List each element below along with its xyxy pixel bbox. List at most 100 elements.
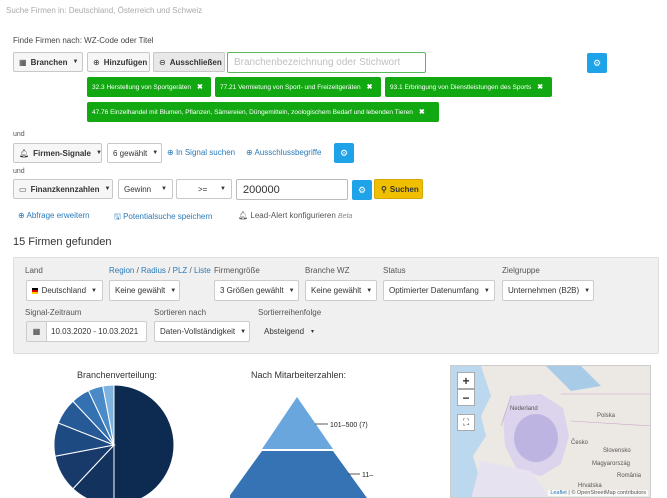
beta-badge: Beta bbox=[338, 213, 353, 220]
briefcase-icon: ▦ bbox=[19, 57, 27, 67]
radius-link[interactable]: Radius bbox=[141, 266, 166, 275]
expand-query-link[interactable]: ⊕ Abfrage erweitern bbox=[18, 211, 90, 220]
branch-tag[interactable]: 32.3 Herstellung von Sportgeräten ✖ bbox=[87, 77, 211, 97]
exclude-button[interactable]: ⊖ Ausschließen bbox=[153, 52, 225, 72]
caret-down-icon: ▼ bbox=[161, 186, 167, 192]
caret-down-icon: ▼ bbox=[104, 186, 111, 192]
order-dropdown[interactable]: Absteigend ▾ bbox=[258, 321, 320, 342]
pie-chart-title: Branchenverteilung: bbox=[77, 370, 158, 380]
branchen-dropdown[interactable]: ▦ Branchen ▼ bbox=[13, 52, 83, 72]
zoom-out-button[interactable]: − bbox=[457, 389, 475, 406]
wz-label: Branche WZ bbox=[305, 266, 350, 275]
liste-link[interactable]: Liste bbox=[194, 266, 211, 275]
operator-dropdown[interactable]: >= ▼ bbox=[176, 179, 232, 199]
status-label: Status bbox=[383, 266, 406, 275]
status-select[interactable]: Optimierter Datenumfang ▼ bbox=[383, 280, 495, 301]
caret-down-icon: ▼ bbox=[152, 150, 159, 156]
sort-select[interactable]: Daten-Vollständigkeit ▼ bbox=[154, 321, 250, 342]
close-icon[interactable]: ✖ bbox=[537, 83, 543, 91]
caret-down-icon: ▼ bbox=[288, 287, 295, 294]
plus-circle-icon: ⊕ bbox=[93, 57, 100, 67]
branch-pie-chart bbox=[53, 384, 175, 498]
plus-circle-icon: ⊕ bbox=[246, 148, 253, 157]
fullscreen-button[interactable]: ⛶ bbox=[457, 414, 475, 431]
and-label: und bbox=[13, 131, 25, 138]
metric-dropdown[interactable]: Gewinn ▼ bbox=[118, 179, 173, 199]
in-signal-search-link[interactable]: ⊕ In Signal suchen bbox=[167, 148, 235, 157]
plus-circle-icon: ⊕ bbox=[167, 148, 174, 157]
region-link[interactable]: Region bbox=[109, 266, 134, 275]
close-icon[interactable]: ✖ bbox=[197, 83, 203, 91]
and-label: und bbox=[13, 168, 25, 175]
country-label: România bbox=[617, 473, 642, 479]
sort-label: Sortieren nach bbox=[154, 308, 207, 317]
order-label: Sortierreihenfolge bbox=[258, 308, 322, 317]
gear-icon: ⚙ bbox=[592, 57, 602, 68]
country-label: Magyarország bbox=[592, 461, 631, 467]
branch-tag[interactable]: 93.1 Erbringung von Dienstleistungen des… bbox=[385, 77, 552, 97]
zoom-in-button[interactable]: + bbox=[457, 372, 475, 389]
money-icon: ▭ bbox=[19, 184, 27, 194]
pyramid-label-bottom: 11– bbox=[362, 472, 373, 479]
save-search-link[interactable]: 🖫︎ Potentialsuche speichern bbox=[114, 211, 212, 225]
caret-down-icon: ▾ bbox=[310, 329, 314, 335]
branch-tag[interactable]: 47.76 Einzelhandel mit Blumen, Pflanzen,… bbox=[87, 102, 439, 122]
minus-circle-icon: ⊖ bbox=[159, 57, 166, 67]
caret-down-icon: ▼ bbox=[72, 59, 79, 65]
bell-icon: 🔔︎ bbox=[19, 148, 30, 158]
map-attribution: Leaflet | © OpenStreetMap contributors bbox=[548, 490, 648, 496]
gear-icon: ⚙ bbox=[339, 147, 349, 158]
pyramid-chart-title: Nach Mitarbeiterzahlen: bbox=[251, 370, 347, 380]
search-button[interactable]: ⚲ Suchen bbox=[374, 179, 423, 199]
value-input[interactable]: 200000 bbox=[236, 179, 348, 200]
caret-down-icon: ▼ bbox=[240, 328, 247, 335]
pie-slice bbox=[113, 384, 175, 498]
caret-down-icon: ▼ bbox=[366, 287, 373, 294]
filter-panel: Land Deutschland ▼ Region / Radius / PLZ… bbox=[13, 257, 659, 354]
wz-select[interactable]: Keine gewählt ▼ bbox=[305, 280, 377, 301]
close-icon[interactable]: ✖ bbox=[367, 83, 373, 91]
branchen-settings-button[interactable]: ⚙ bbox=[587, 53, 607, 73]
gear-icon: ⚙ bbox=[357, 184, 367, 195]
bell-icon: 🔔︎ bbox=[238, 211, 249, 220]
financials-dropdown[interactable]: ▭ Finanzkennzahlen ▼ bbox=[13, 179, 113, 199]
signals-count-dropdown[interactable]: 6 gewählt ▼ bbox=[107, 143, 162, 163]
pyramid-segment-top bbox=[262, 397, 333, 449]
pyramid-label-top: 101–500 (7) bbox=[330, 422, 368, 429]
signals-settings-button[interactable]: ⚙ bbox=[334, 143, 354, 163]
floppy-icon: 🖫︎ bbox=[114, 212, 121, 221]
close-icon[interactable]: ✖ bbox=[419, 108, 425, 116]
signal-period-input[interactable]: ▦ 10.03.2020 - 10.03.2021 bbox=[26, 321, 147, 342]
financials-settings-button[interactable]: ⚙ bbox=[352, 180, 372, 200]
branch-tag[interactable]: 77.21 Vermietung von Sport- und Freizeit… bbox=[215, 77, 381, 97]
calendar-icon: ▦ bbox=[27, 322, 47, 341]
leaflet-link[interactable]: Leaflet bbox=[550, 490, 567, 496]
lead-alert-link[interactable]: 🔔︎ Lead-Alert konfigurieren Beta bbox=[238, 211, 352, 220]
country-label: Česko bbox=[571, 440, 589, 446]
pyramid-segment-bottom bbox=[230, 451, 367, 498]
region-select[interactable]: Keine gewählt ▼ bbox=[109, 280, 180, 301]
target-label: Zielgruppe bbox=[502, 266, 540, 275]
branchen-search-input[interactable]: Branchenbezeichnung oder Stichwort bbox=[227, 52, 426, 73]
region-links: Region / Radius / PLZ / Liste bbox=[109, 266, 211, 275]
land-select[interactable]: Deutschland ▼ bbox=[26, 280, 103, 301]
caret-down-icon: ▼ bbox=[91, 287, 97, 294]
size-select[interactable]: 3 Größen gewählt ▼ bbox=[214, 280, 299, 301]
flag-de-icon bbox=[32, 287, 38, 294]
signal-period-label: Signal-Zeitraum bbox=[25, 308, 82, 317]
signals-dropdown[interactable]: 🔔︎ Firmen-Signale ▼ bbox=[13, 143, 102, 163]
caret-down-icon: ▼ bbox=[170, 287, 177, 294]
land-label: Land bbox=[25, 266, 43, 275]
size-label: Firmengröße bbox=[214, 266, 260, 275]
target-select[interactable]: Unternehmen (B2B) ▼ bbox=[502, 280, 594, 301]
search-icon: ⚲ bbox=[381, 184, 387, 194]
plz-link[interactable]: PLZ bbox=[173, 266, 188, 275]
exclude-terms-link[interactable]: ⊕ Ausschlussbegriffe bbox=[246, 148, 321, 157]
page-breadcrumb: Suche Firmen in: Deutschland, Österreich… bbox=[6, 6, 203, 15]
pie-slices bbox=[53, 384, 175, 498]
country-label: Nederland bbox=[510, 406, 538, 412]
employee-pyramid-chart: 101–500 (7) 11– bbox=[230, 397, 373, 498]
caret-down-icon: ▼ bbox=[95, 150, 102, 156]
map[interactable]: Nederland Polska Česko Slovensko Magyaro… bbox=[450, 365, 651, 498]
add-button[interactable]: ⊕ Hinzufügen bbox=[87, 52, 150, 72]
